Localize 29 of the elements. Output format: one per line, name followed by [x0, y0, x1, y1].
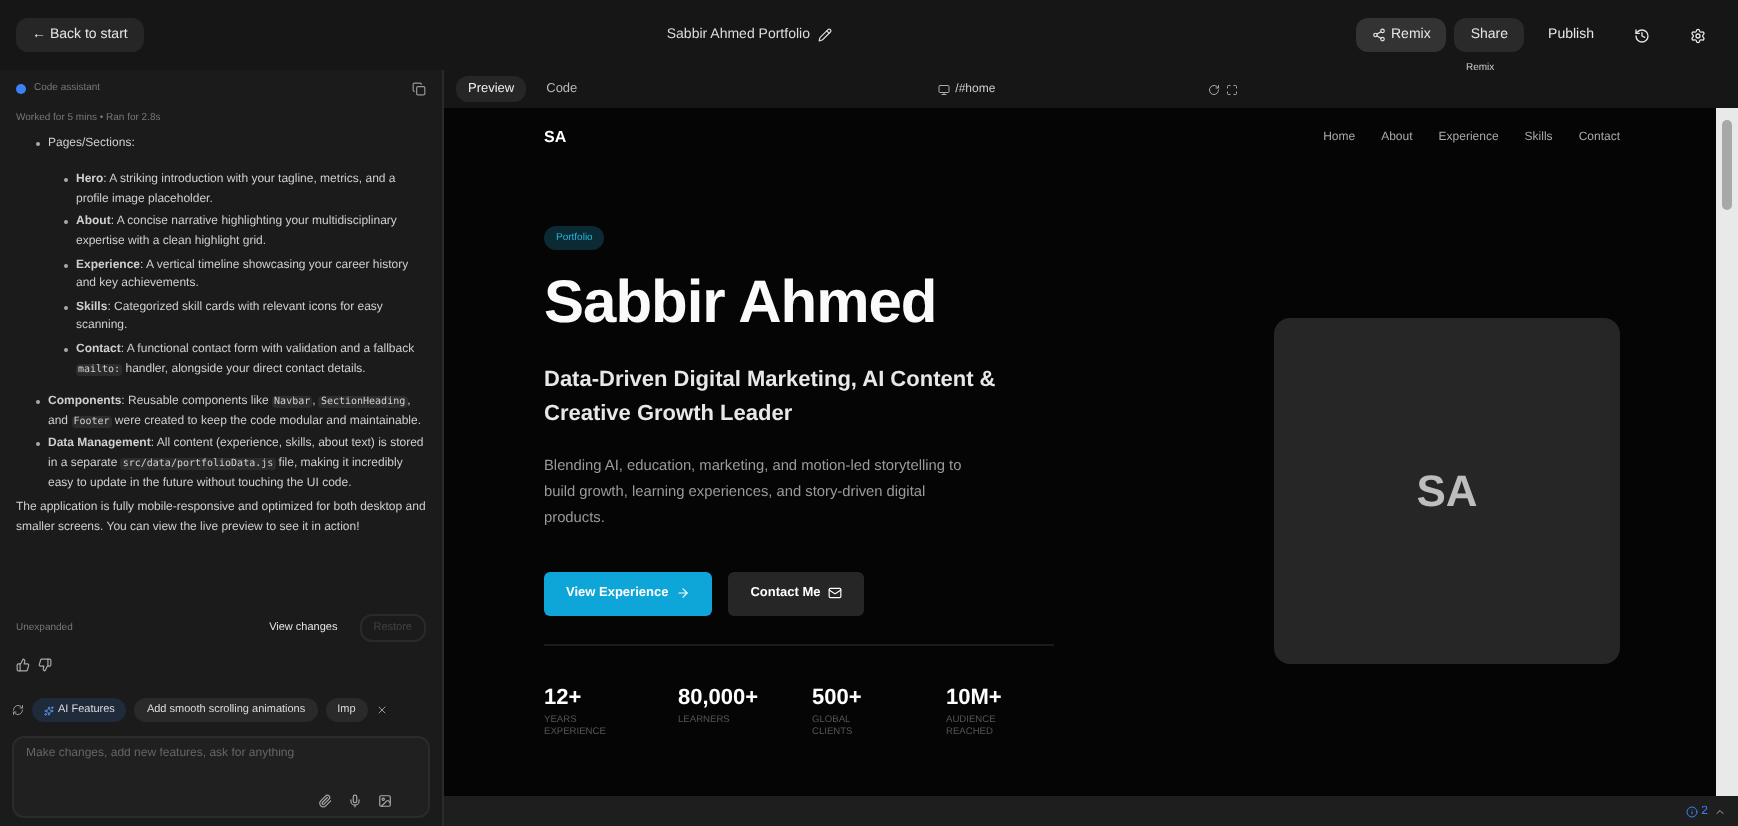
microphone-icon: [348, 794, 362, 808]
scrollbar[interactable]: [1716, 108, 1738, 796]
sparkle-icon: [44, 705, 54, 715]
stat-value: 12+: [544, 685, 584, 710]
refresh-icon: [12, 704, 24, 716]
site-logo: SA: [544, 128, 567, 146]
stat-value: 500+: [812, 685, 864, 710]
close-icon: [375, 704, 388, 716]
status-dot: [16, 83, 26, 93]
branch-icon: [1371, 28, 1385, 42]
settings-icon: [1690, 27, 1706, 43]
stat-value: 80,000+: [678, 685, 761, 710]
avatar-initials: SA: [1416, 465, 1478, 517]
paperclip-icon: [318, 794, 332, 808]
hero-tagline: Data-Driven Digital Marketing, AI Content & Creative Growth Leader: [544, 366, 998, 429]
history-icon: [1634, 27, 1650, 43]
copy-icon: [412, 81, 426, 95]
info-icon: [1685, 805, 1698, 817]
arrow-right-icon: [676, 586, 691, 601]
mail-icon: [828, 586, 843, 601]
thumbs-down-icon: [38, 658, 52, 672]
stat-value: 10M+: [946, 685, 1004, 710]
pencil-icon: [817, 28, 832, 42]
hero-name: Sabbir Ahmed: [544, 270, 937, 336]
reload-icon: [1207, 83, 1220, 95]
image-icon: [378, 794, 392, 808]
thumbs-up-icon: [16, 658, 30, 672]
chevron-up-icon: [1714, 805, 1726, 817]
monitor-icon: [937, 83, 950, 95]
